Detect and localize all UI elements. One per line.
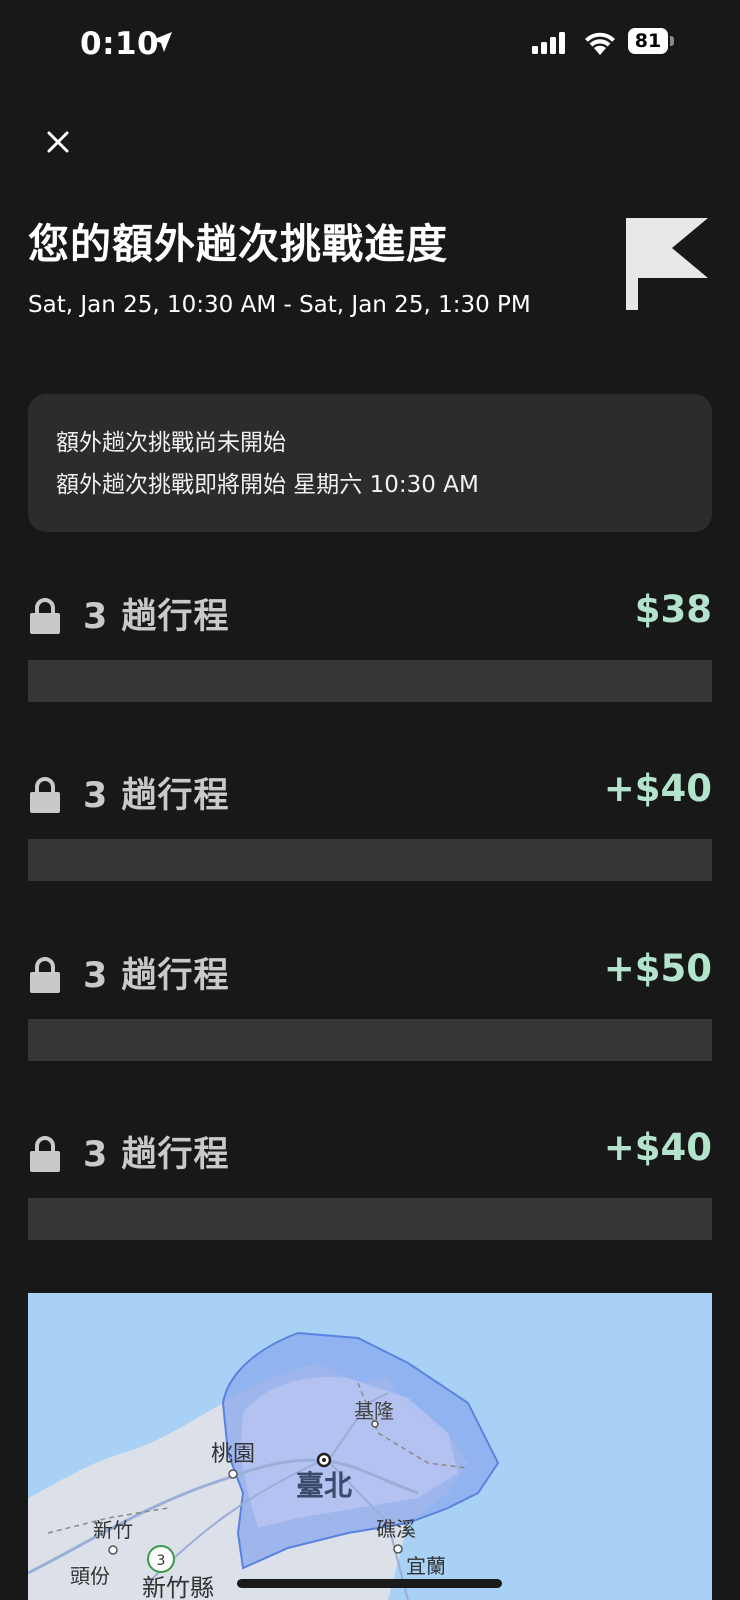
cellular-signal-icon <box>532 32 565 54</box>
battery-level: 81 <box>628 28 668 54</box>
close-icon <box>47 131 69 153</box>
tier-trip-count: 3 趟行程 <box>83 1135 230 1175</box>
lock-icon <box>30 598 60 634</box>
map-label-taoyuan: 桃園 <box>211 1442 255 1467</box>
tier-trip-count: 3 趟行程 <box>83 956 230 996</box>
notice-title: 額外趟次挑戰尚未開始 <box>56 430 286 456</box>
tier-trip-count: 3 趟行程 <box>83 776 230 816</box>
tier-progress-bar <box>28 1019 712 1061</box>
tier-4: 3 趟行程 +$40 <box>28 1122 712 1252</box>
lock-icon <box>30 777 60 813</box>
home-indicator[interactable] <box>237 1579 502 1588</box>
flag-icon <box>626 218 708 310</box>
date-range: Sat, Jan 25, 10:30 AM - Sat, Jan 25, 1:3… <box>28 292 531 318</box>
lock-icon <box>30 957 60 993</box>
tier-reward: +$40 <box>603 767 712 810</box>
map-label-yilan: 宜蘭 <box>406 1554 446 1578</box>
tier-trip-count: 3 趟行程 <box>83 597 230 637</box>
tier-progress-bar <box>28 1198 712 1240</box>
lock-icon <box>30 1136 60 1172</box>
tier-reward: +$40 <box>603 1126 712 1169</box>
tier-reward: +$50 <box>603 947 712 990</box>
map-label-jiaoxi: 礁溪 <box>376 1517 416 1541</box>
wifi-icon <box>585 32 615 55</box>
tier-progress-bar <box>28 839 712 881</box>
status-notice-card: 額外趟次挑戰尚未開始 額外趟次挑戰即將開始 星期六 10:30 AM <box>28 394 712 532</box>
battery-icon: 81 <box>628 28 674 54</box>
map-canvas: 3 基隆 桃園 臺北 新竹 礁溪 宜蘭 頭份 新竹縣 <box>28 1331 500 1600</box>
route-shield-label: 3 <box>157 1553 166 1569</box>
status-bar: 0:10 81 <box>0 0 740 90</box>
map-label-taipei: 臺北 <box>296 1469 352 1502</box>
tier-progress-bar <box>28 660 712 702</box>
tier-reward: $38 <box>634 588 712 631</box>
notice-detail: 額外趟次挑戰即將開始 星期六 10:30 AM <box>56 472 479 498</box>
tier-2: 3 趟行程 +$40 <box>28 763 712 893</box>
map-label-hsinchu: 新竹 <box>93 1518 133 1542</box>
page-title: 您的額外趟次挑戰進度 <box>28 220 448 268</box>
map-label-hsinchu-county: 新竹縣 <box>142 1574 214 1600</box>
challenge-area-map[interactable]: 3 基隆 桃園 臺北 新竹 礁溪 宜蘭 頭份 新竹縣 <box>28 1293 712 1600</box>
map-label-keelung: 基隆 <box>354 1399 394 1423</box>
map-label-toufen: 頭份 <box>70 1564 110 1588</box>
close-button[interactable] <box>38 122 78 162</box>
tier-1: 3 趟行程 $38 <box>28 584 712 714</box>
location-arrow-icon <box>152 32 172 52</box>
tier-3: 3 趟行程 +$50 <box>28 943 712 1073</box>
status-time: 0:10 <box>80 26 160 62</box>
